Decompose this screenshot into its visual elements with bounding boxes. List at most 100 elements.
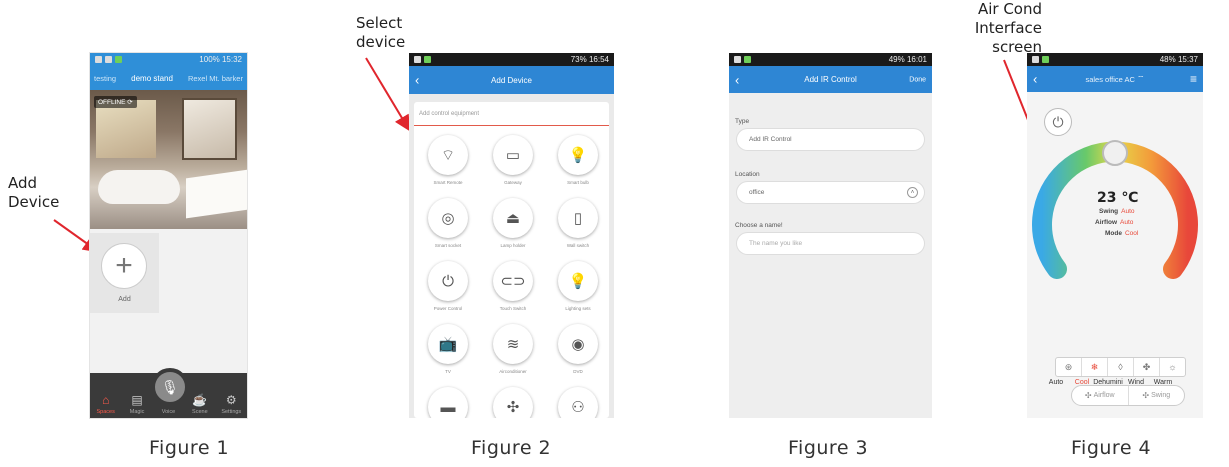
swing-button[interactable]: ✣ Swing xyxy=(1129,386,1185,405)
device-option[interactable]: ≋ Airconditioner xyxy=(482,324,544,382)
airflow-button[interactable]: ✣ Airflow xyxy=(1072,386,1129,405)
wifi-icon: ⌔ xyxy=(1137,74,1145,83)
sun-icon[interactable]: ☼ xyxy=(1160,358,1185,376)
space-tabs: testing demo stand Rexel Mt. barker xyxy=(90,66,247,90)
device-label: Lamp holder xyxy=(500,243,526,248)
add-device-tile[interactable]: + Add xyxy=(90,233,159,313)
nav-settings[interactable]: ⚙ Settings xyxy=(216,393,246,415)
device-label: Smart bulb xyxy=(567,180,589,185)
add-icon[interactable]: + xyxy=(101,243,147,289)
figure-2-phone: 73% 16:54 ‹ Add Device Add control equip… xyxy=(409,53,614,418)
auto-icon[interactable]: ⊛ xyxy=(1056,358,1082,376)
annotation-aircon-interface: Air Cond Interface screen xyxy=(974,0,1042,56)
airflow-icon: ✣ xyxy=(1084,391,1092,400)
temperature-knob xyxy=(1102,140,1128,166)
name-input[interactable]: The name you like xyxy=(737,233,924,254)
device-label: Smart socket xyxy=(434,243,462,248)
device-option[interactable]: ✣ xyxy=(482,387,544,418)
annotation-select-device: Select device xyxy=(356,14,406,51)
bulb-icon: 💡 xyxy=(558,135,598,175)
socket-icon: ◎ xyxy=(428,198,468,238)
device-label: Lighting sets xyxy=(565,306,591,311)
device-option[interactable]: ⌔ Smart Remote xyxy=(417,135,479,193)
droplet-icon[interactable]: ◊ xyxy=(1108,358,1134,376)
device-option[interactable]: ⏏ Lamp holder xyxy=(482,198,544,256)
room-photo: OFFLINE ⟳ xyxy=(90,90,247,229)
done-button[interactable]: Done xyxy=(909,76,926,83)
back-icon[interactable]: ‹ xyxy=(415,73,419,88)
tab-testing[interactable]: testing xyxy=(94,74,116,83)
device-option[interactable]: 📺 TV xyxy=(417,324,479,382)
add-label: Add xyxy=(118,296,131,303)
name-label: Choose a name! xyxy=(735,222,783,229)
device-label: Smart Remote xyxy=(433,180,463,185)
device-option[interactable]: ▬ xyxy=(417,387,479,418)
nav-scene[interactable]: ☕ Scene xyxy=(185,393,215,415)
toggle-icon: ⊂⊃ xyxy=(493,261,533,301)
menu-icon[interactable]: ≡ xyxy=(1190,72,1197,86)
magic-box-icon: ▤ xyxy=(131,393,143,407)
page-title: Add IR Control xyxy=(804,75,857,84)
swing-icon: ✣ xyxy=(1142,391,1150,400)
tab-demo-stand[interactable]: demo stand xyxy=(131,74,173,83)
status-bar: 73% 16:54 xyxy=(409,53,614,66)
device-panel: Add control equipment ⌔ Smart Remote ▭ Gate… xyxy=(414,102,609,418)
offline-badge: OFFLINE ⟳ xyxy=(94,96,137,108)
disc-icon: ◉ xyxy=(558,324,598,364)
device-option[interactable]: ⏻ Power Control xyxy=(417,261,479,319)
lamp-holder-icon: ⏏ xyxy=(493,198,533,238)
figure-1-phone: 100% 15:32 testing demo stand Rexel Mt. … xyxy=(89,52,248,419)
device-option[interactable]: ⚇ xyxy=(547,387,609,418)
gateway-icon: ▭ xyxy=(493,135,533,175)
mode-row: Mode Cool xyxy=(1105,230,1139,237)
mode-selector: ⊛ ❄ ◊ ✤ ☼ xyxy=(1055,357,1186,377)
tv-icon: 📺 xyxy=(428,324,468,364)
page-title: Add Device xyxy=(491,75,532,85)
fan-icon[interactable]: ✤ xyxy=(1134,358,1160,376)
add-control-input[interactable]: Add control equipment xyxy=(414,102,609,126)
device-option[interactable]: ▯ Wall switch xyxy=(547,198,609,256)
device-label: Power Control xyxy=(433,306,463,311)
back-icon[interactable]: ‹ xyxy=(1033,72,1037,87)
device-option[interactable]: ◎ Smart socket xyxy=(417,198,479,256)
coffee-cup-icon: ☕ xyxy=(192,393,208,407)
airflow-row: Airflow Auto xyxy=(1095,219,1134,226)
device-label: Airconditioner xyxy=(499,369,527,374)
caption-figure-3: Figure 3 xyxy=(788,437,869,459)
wifi-remote-icon: ⌔ xyxy=(428,135,468,175)
camera-icon: ⚇ xyxy=(558,387,598,418)
device-label: TV xyxy=(445,369,451,374)
title-bar: ‹ Add IR Control Done xyxy=(729,66,932,93)
status-bar: 49% 16:01 xyxy=(729,53,932,66)
snowflake-icon[interactable]: ❄ xyxy=(1082,358,1108,376)
tab-rexel[interactable]: Rexel Mt. barker xyxy=(188,74,243,83)
annotation-add-device: Add Device xyxy=(8,174,60,211)
microphone-icon[interactable]: 🎙 xyxy=(151,368,189,406)
back-icon[interactable]: ‹ xyxy=(735,72,739,87)
home-icon: ⌂ xyxy=(102,393,110,407)
status-bar: 100% 15:32 xyxy=(90,53,247,66)
device-option[interactable]: 💡 Smart bulb xyxy=(547,135,609,193)
device-label: DVD xyxy=(573,369,583,374)
device-icon: ▬ xyxy=(428,387,468,418)
wall-switch-icon: ▯ xyxy=(558,198,598,238)
airflow-swing-buttons: ✣ Airflow ✣ Swing xyxy=(1071,385,1185,406)
chevron-up-icon: ˄ xyxy=(907,187,918,198)
device-title: sales office AC xyxy=(1085,74,1135,84)
device-option[interactable]: 💡 Lighting sets xyxy=(547,261,609,319)
device-option[interactable]: ▭ Gateway xyxy=(482,135,544,193)
location-label: Location xyxy=(735,171,760,178)
nav-magic[interactable]: ▤ Magic xyxy=(122,393,152,415)
device-option[interactable]: ◉ DVD xyxy=(547,324,609,382)
device-label: Wall switch xyxy=(566,243,590,248)
title-bar: ‹ sales office AC ⌔ ≡ xyxy=(1027,66,1203,92)
caption-figure-1: Figure 1 xyxy=(149,437,230,459)
type-field[interactable]: Add IR Control xyxy=(737,129,924,150)
location-select[interactable]: office ˄ xyxy=(737,182,924,203)
type-label: Type xyxy=(735,118,750,125)
status-bar: 48% 15:37 xyxy=(1027,53,1203,66)
fan-icon: ✣ xyxy=(493,387,533,418)
device-option[interactable]: ⊂⊃ Touch Switch xyxy=(482,261,544,319)
figure-3-phone: 49% 16:01 ‹ Add IR Control Done Type Add… xyxy=(729,53,932,418)
nav-spaces[interactable]: ⌂ Spaces xyxy=(91,393,121,415)
